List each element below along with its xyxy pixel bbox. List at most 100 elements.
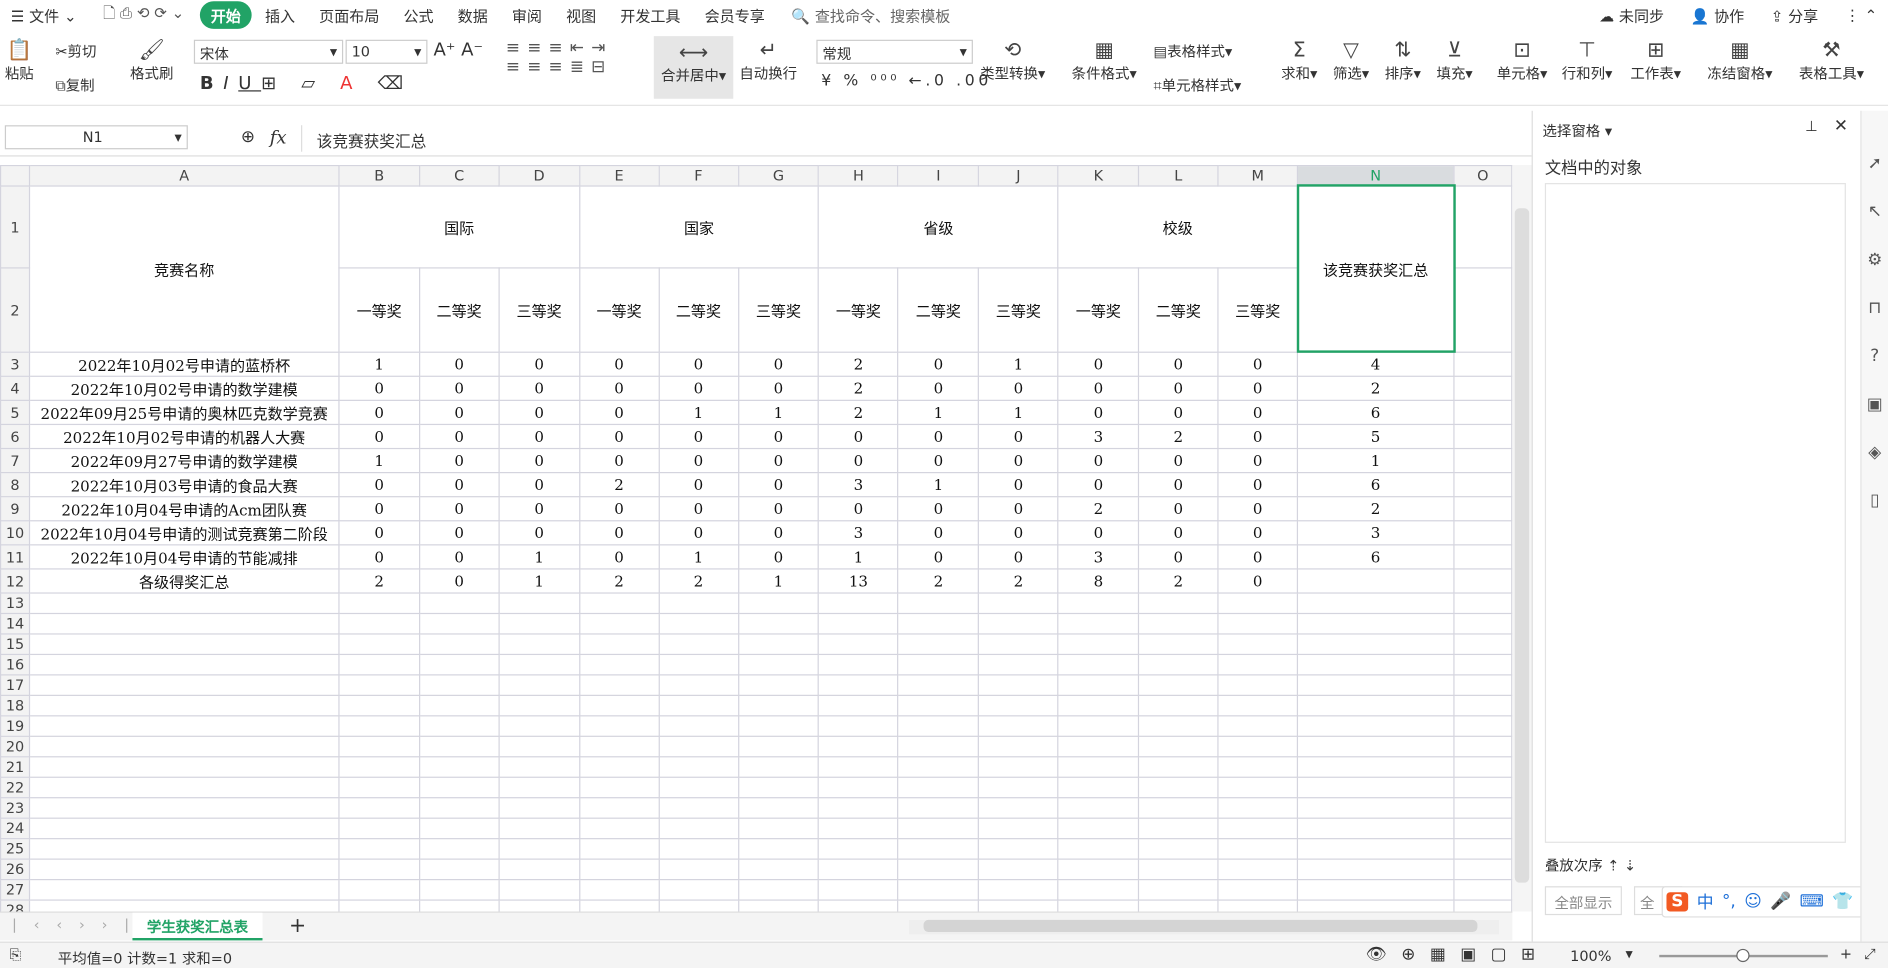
prize-count-cell[interactable]: 0: [978, 496, 1059, 522]
cell[interactable]: [658, 878, 739, 901]
font-grow-shrink[interactable]: A⁺ A⁻: [433, 39, 483, 61]
prize-count-cell[interactable]: 0: [897, 375, 980, 401]
number-buttons[interactable]: ¥ % ⁰⁰⁰ ←.0 .00: [821, 72, 992, 90]
font-size-select[interactable]: 10 ▾: [345, 39, 428, 64]
column-header-I[interactable]: I: [897, 164, 980, 187]
shape-icon[interactable]: ◈: [1868, 443, 1881, 462]
row-header[interactable]: 10: [0, 520, 31, 546]
cell[interactable]: [1296, 735, 1455, 758]
cell[interactable]: [818, 797, 899, 819]
cell[interactable]: [1453, 899, 1513, 912]
ribbon-tab[interactable]: 开发工具: [609, 1, 691, 29]
prize-count-cell[interactable]: 0: [658, 375, 739, 401]
cell[interactable]: [1453, 375, 1513, 401]
cell[interactable]: [578, 797, 660, 819]
cell[interactable]: [1057, 715, 1140, 737]
prize-count-cell[interactable]: 2: [578, 472, 660, 498]
row-header[interactable]: 8: [0, 472, 31, 498]
cell[interactable]: [498, 735, 580, 758]
column-header-L[interactable]: L: [1138, 164, 1219, 187]
cell[interactable]: [818, 633, 899, 656]
cell[interactable]: [578, 817, 660, 840]
cell[interactable]: [1057, 592, 1140, 615]
zoom-slider-thumb[interactable]: [1736, 948, 1750, 963]
cell[interactable]: [978, 858, 1059, 881]
prize-count-cell[interactable]: 2: [818, 375, 899, 401]
header-prize[interactable]: 一等奖: [578, 267, 660, 353]
prize-count-cell[interactable]: 0: [978, 472, 1059, 498]
cell-style-button[interactable]: ⌗单元格样式▾: [1154, 75, 1242, 95]
cell[interactable]: [338, 838, 421, 860]
ribbon-tab[interactable]: 插入: [254, 1, 306, 29]
cell[interactable]: [818, 878, 899, 901]
cell[interactable]: [818, 735, 899, 758]
cell[interactable]: [1217, 838, 1299, 860]
prize-count-cell[interactable]: 2: [1138, 423, 1219, 450]
cell[interactable]: [1057, 694, 1140, 717]
cell[interactable]: [658, 756, 739, 778]
prize-count-cell[interactable]: 0: [1057, 351, 1140, 377]
prize-count-cell[interactable]: 0: [418, 472, 500, 498]
row-header[interactable]: 18: [0, 694, 31, 717]
prize-count-cell[interactable]: 2: [818, 351, 899, 377]
prize-count-cell[interactable]: 0: [1217, 544, 1299, 570]
prize-count-cell[interactable]: 0: [418, 520, 500, 546]
cell[interactable]: [1138, 612, 1219, 635]
collab-button[interactable]: 👤 协作: [1680, 1, 1755, 29]
cell[interactable]: [1217, 674, 1299, 696]
cell[interactable]: [658, 715, 739, 737]
cell[interactable]: [1453, 633, 1513, 656]
rocket-icon[interactable]: ➚: [1868, 154, 1882, 173]
row-header[interactable]: 19: [0, 715, 31, 737]
cell[interactable]: [1453, 878, 1513, 901]
cell[interactable]: [1138, 735, 1219, 758]
cell[interactable]: [978, 715, 1059, 737]
prize-count-cell[interactable]: 0: [658, 351, 739, 377]
prize-count-cell[interactable]: 0: [338, 375, 421, 401]
cell[interactable]: [28, 735, 340, 758]
cell[interactable]: [1296, 899, 1455, 912]
row-header[interactable]: 11: [0, 544, 31, 570]
cell[interactable]: [737, 694, 820, 717]
cell[interactable]: [1453, 653, 1513, 676]
cell[interactable]: [28, 776, 340, 799]
font-select[interactable]: 宋体 ▾: [193, 39, 344, 64]
sort-button[interactable]: ⇅ 排序▾: [1385, 39, 1421, 84]
table-tools-button[interactable]: ⚒ 表格工具▾: [1799, 39, 1864, 84]
cell[interactable]: [338, 715, 421, 737]
cell[interactable]: [1453, 735, 1513, 758]
prize-count-cell[interactable]: 1: [897, 399, 980, 426]
prize-count-cell[interactable]: 0: [1138, 351, 1219, 377]
cell[interactable]: [1296, 592, 1455, 615]
cell[interactable]: [418, 715, 500, 737]
layout-icon[interactable]: ⊓: [1868, 299, 1881, 318]
cell[interactable]: [1217, 612, 1299, 635]
cell[interactable]: [978, 674, 1059, 696]
cell[interactable]: [1057, 674, 1140, 696]
cell[interactable]: [1453, 592, 1513, 615]
row-header[interactable]: 27: [0, 878, 31, 901]
cell[interactable]: [1057, 817, 1140, 840]
cell[interactable]: [498, 797, 580, 819]
cell[interactable]: [1138, 838, 1219, 860]
prize-count-cell[interactable]: 0: [338, 544, 421, 570]
prize-count-cell[interactable]: 0: [658, 520, 739, 546]
cell[interactable]: [1057, 838, 1140, 860]
prize-count-cell[interactable]: 0: [978, 520, 1059, 546]
prize-count-cell[interactable]: 2: [1138, 568, 1219, 594]
cell[interactable]: [418, 612, 500, 635]
cell[interactable]: [737, 612, 820, 635]
prize-count-cell[interactable]: 1: [897, 472, 980, 498]
zoom-out-icon[interactable]: ▾: [1626, 945, 1633, 962]
cell[interactable]: [658, 899, 739, 912]
cell[interactable]: [978, 838, 1059, 860]
cell[interactable]: [897, 694, 980, 717]
cell[interactable]: [498, 878, 580, 901]
cell[interactable]: [418, 694, 500, 717]
prize-count-cell[interactable]: 0: [578, 399, 660, 426]
more-icon[interactable]: ⋮ ⌃: [1834, 3, 1888, 26]
prize-count-cell[interactable]: 0: [737, 544, 820, 570]
cell[interactable]: [1057, 776, 1140, 799]
cell[interactable]: [1453, 351, 1513, 377]
sheet-tab-active[interactable]: 学生获奖汇总表: [132, 912, 263, 941]
